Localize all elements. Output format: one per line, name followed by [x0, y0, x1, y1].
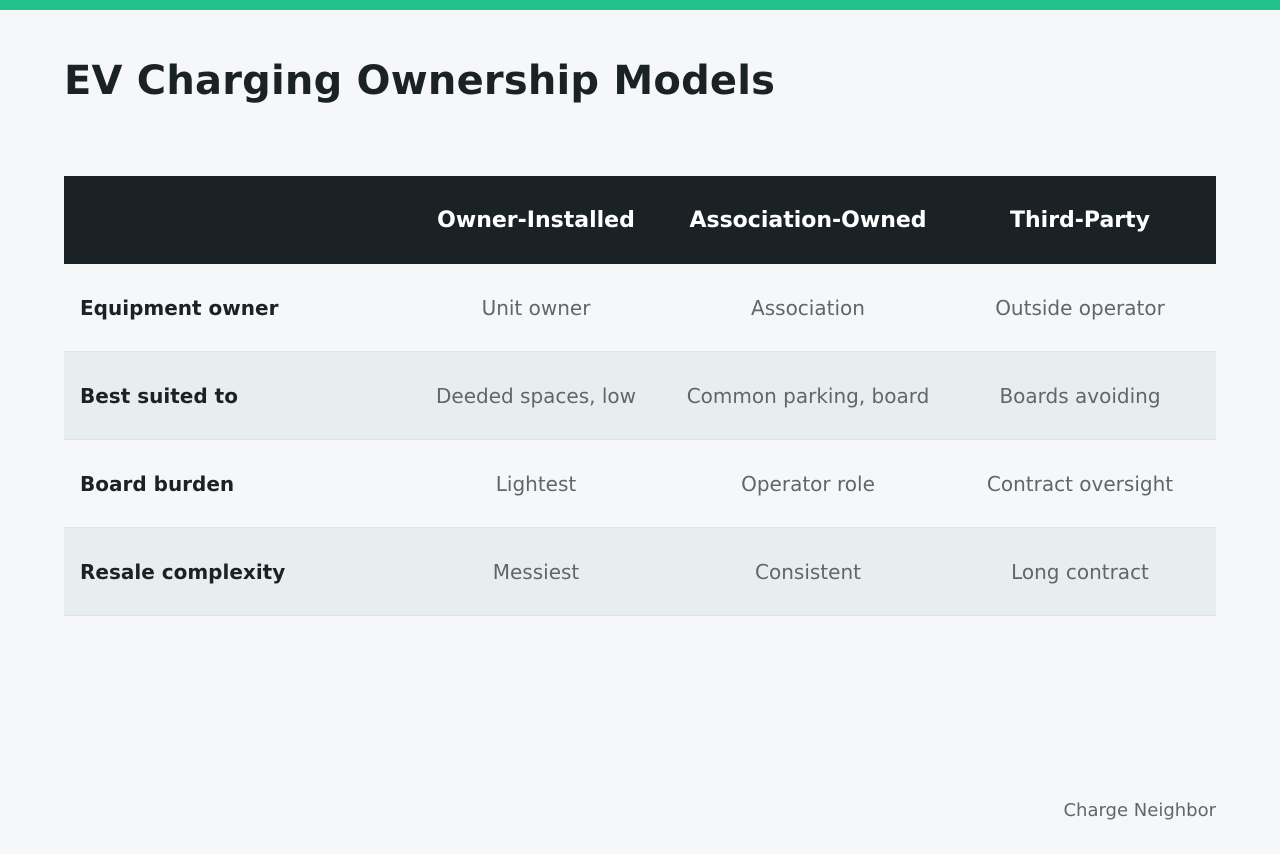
table-cell: Operator role [741, 471, 875, 496]
table-cell: Outside operator [995, 295, 1165, 320]
row-label: Best suited to [80, 383, 238, 408]
accent-bar [0, 0, 1280, 10]
row-label: Resale complexity [80, 559, 286, 584]
brand-footer: Charge Neighbor [1063, 800, 1216, 821]
table-cell: Deeded spaces, low [435, 383, 637, 408]
comparison-table: Owner-Installed Association-Owned Third-… [64, 176, 1216, 616]
table-cell: Unit owner [481, 295, 591, 320]
table-cell: Messiest [492, 559, 580, 584]
table-row-equipment-owner: Equipment owner Unit owner Association O… [64, 264, 1216, 352]
page-title: EV Charging Ownership Models [64, 58, 776, 104]
table-cell: Common parking, board [686, 383, 930, 408]
column-header-owner-installed: Owner-Installed [437, 207, 635, 233]
table-cell: Boards avoiding [999, 383, 1161, 408]
column-header-third-party: Third-Party [1009, 207, 1151, 233]
row-label: Equipment owner [80, 295, 279, 320]
table-cell: Association [751, 295, 865, 320]
table-cell: Consistent [755, 559, 861, 584]
table-row-best-suited-to: Best suited to Deeded spaces, low Common… [64, 352, 1216, 440]
column-header-association-owned: Association-Owned [689, 207, 927, 233]
table-cell: Contract oversight [986, 471, 1174, 496]
table-row-board-burden: Board burden Lightest Operator role Cont… [64, 440, 1216, 528]
table-header: Owner-Installed Association-Owned Third-… [64, 176, 1216, 264]
table-row-resale-complexity: Resale complexity Messiest Consistent Lo… [64, 528, 1216, 616]
table-cell: Lightest [495, 471, 577, 496]
table-cell: Long contract [1011, 559, 1149, 584]
row-label: Board burden [80, 471, 235, 496]
